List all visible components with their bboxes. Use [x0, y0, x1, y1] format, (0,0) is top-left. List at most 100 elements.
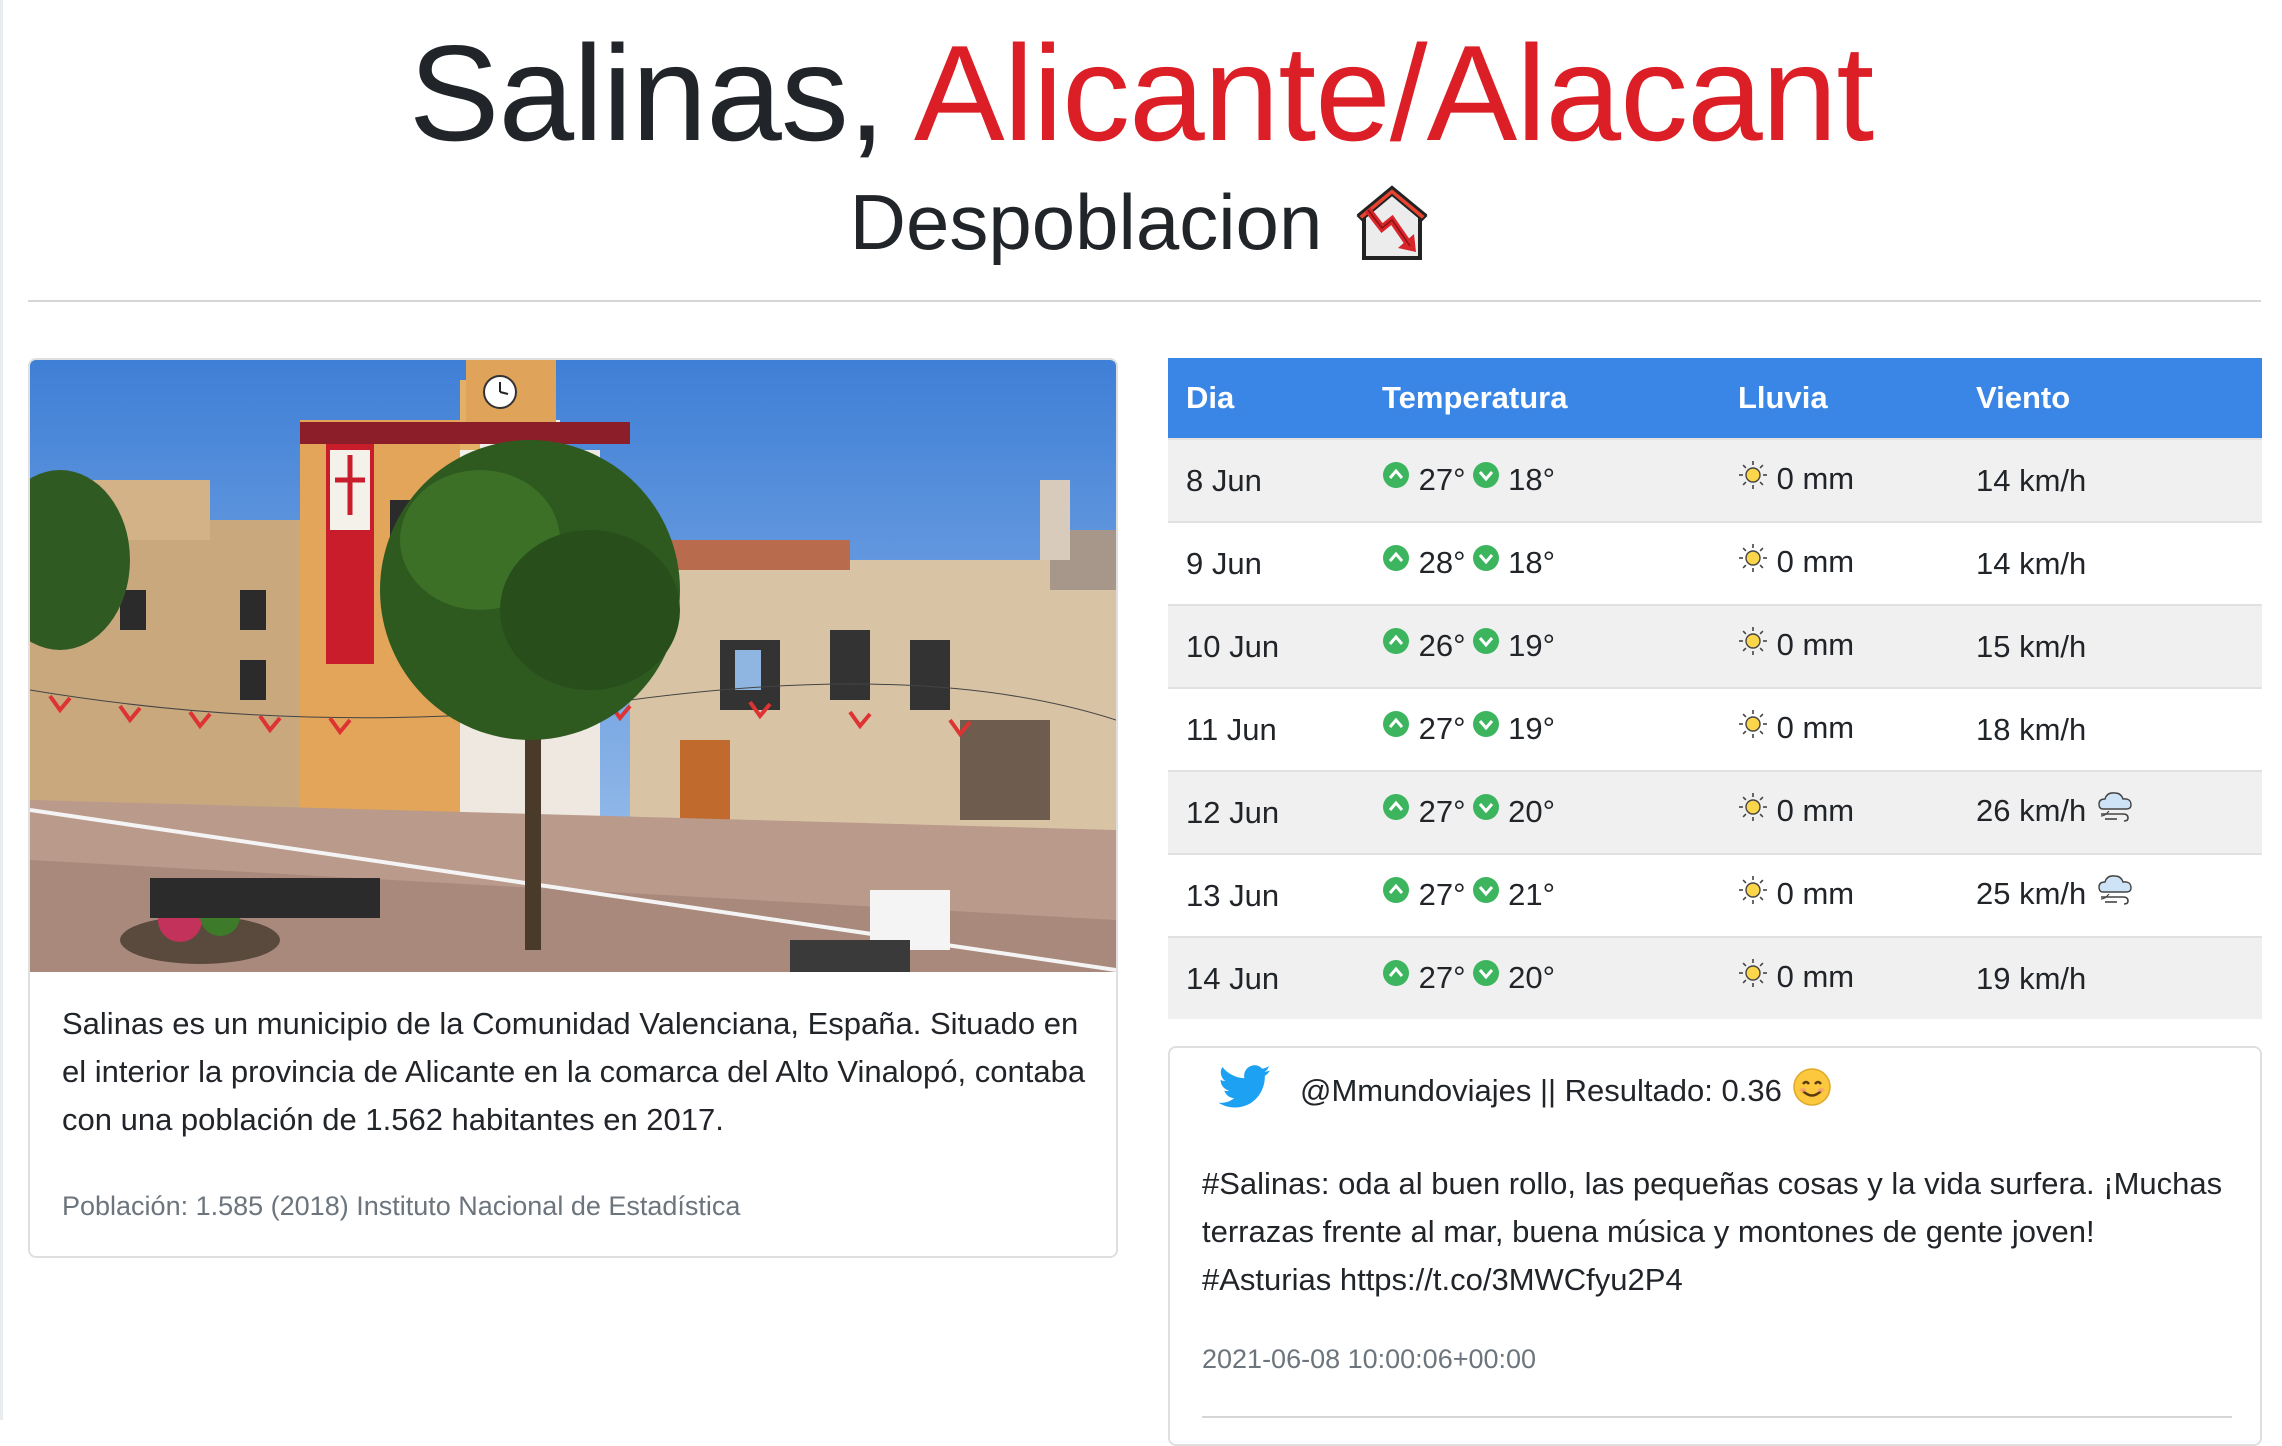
twitter-bird-icon [1218, 1065, 1272, 1117]
rain-amount: 0 mm [1776, 876, 1855, 912]
min-temp-down-icon [1472, 710, 1500, 746]
max-temp-up-icon [1382, 544, 1410, 580]
page-title: Salinas, Alicante/Alacant [0, 18, 2282, 168]
sun-icon [1738, 709, 1768, 747]
cell-wind: 25 km/h [1958, 853, 2262, 937]
cell-rain: 0 mm [1720, 770, 1958, 854]
sun-icon [1738, 958, 1768, 996]
cell-day: 9 Jun [1168, 521, 1364, 605]
header-divider [28, 300, 2261, 302]
windy-cloud-icon [2095, 872, 2137, 916]
sun-icon [1738, 792, 1768, 830]
table-row: 10 Jun 26° 19° 0 mm 15 km/h [1168, 604, 2262, 688]
max-temp-up-icon [1382, 876, 1410, 912]
depopulation-house-chart-icon [1352, 182, 1432, 262]
tweet-user-and-score[interactable]: @Mmundoviajes || Resultado: 0.36 [1300, 1073, 1782, 1109]
min-temp: 21° [1508, 876, 1556, 912]
sun-icon [1738, 626, 1768, 664]
city-name: Salinas, [408, 17, 886, 169]
min-temp: 20° [1508, 959, 1556, 995]
sun-icon [1738, 543, 1768, 581]
tweet-text: #Salinas: oda al buen rollo, las pequeña… [1202, 1166, 2223, 1297]
max-temp-up-icon [1382, 959, 1410, 995]
cell-temperature: 27° 19° [1364, 687, 1720, 771]
max-temp-up-icon [1382, 627, 1410, 663]
page-subtitle: Despoblacion [0, 172, 2282, 272]
cell-rain: 0 mm [1720, 936, 1958, 1019]
cell-day: 8 Jun [1168, 438, 1364, 522]
town-square-photo [30, 360, 1116, 972]
tweet-header: @Mmundoviajes || Resultado: 0.36 [1218, 1064, 1832, 1118]
wind-speed: 19 km/h [1976, 960, 2087, 996]
table-row: 8 Jun 27° 18° 0 mm 14 km/h [1168, 438, 2262, 522]
sun-icon [1738, 875, 1768, 913]
wind-speed: 25 km/h [1976, 875, 2087, 911]
weather-rows: 8 Jun 27° 18° 0 mm 14 km/h 9 Jun 28° 18° 0… [1168, 438, 2262, 1019]
card-body: Salinas es un municipio de la Comunidad … [62, 1000, 1092, 1224]
column-header-lluvia: Lluvia [1720, 358, 1958, 439]
min-temp: 19° [1508, 710, 1556, 746]
cell-rain: 0 mm [1720, 604, 1958, 688]
cell-day: 12 Jun [1168, 770, 1364, 854]
rain-amount: 0 mm [1776, 544, 1855, 580]
max-temp-up-icon [1382, 461, 1410, 497]
table-row: 12 Jun 27° 20° 0 mm 26 km/h [1168, 770, 2262, 854]
cell-wind: 18 km/h [1958, 687, 2262, 771]
sun-icon [1738, 460, 1768, 498]
min-temp: 18° [1508, 461, 1556, 497]
rain-amount: 0 mm [1776, 959, 1855, 995]
wind-speed: 14 km/h [1976, 545, 2087, 581]
min-temp-down-icon [1472, 461, 1500, 497]
wind-speed: 26 km/h [1976, 792, 2087, 828]
rain-amount: 0 mm [1776, 793, 1855, 829]
cell-temperature: 28° 18° [1364, 521, 1720, 605]
cell-day: 10 Jun [1168, 604, 1364, 688]
min-temp-down-icon [1472, 544, 1500, 580]
table-row: 9 Jun 28° 18° 0 mm 14 km/h [1168, 521, 2262, 605]
min-temp: 18° [1508, 544, 1556, 580]
windy-cloud-icon [2095, 789, 2137, 833]
rain-amount: 0 mm [1776, 627, 1855, 663]
cell-wind: 14 km/h [1958, 521, 2262, 605]
cell-temperature: 27° 18° [1364, 438, 1720, 522]
cell-rain: 0 mm [1720, 521, 1958, 605]
column-header-dia: Dia [1168, 358, 1364, 439]
tweet-timestamp: 2021-06-08 10:00:06+00:00 [1202, 1344, 1537, 1374]
max-temp: 26° [1418, 627, 1466, 663]
min-temp: 20° [1508, 793, 1556, 829]
cell-wind: 15 km/h [1958, 604, 2262, 688]
cell-day: 11 Jun [1168, 687, 1364, 771]
municipality-card: Salinas es un municipio de la Comunidad … [28, 358, 1118, 1258]
max-temp-up-icon [1382, 793, 1410, 829]
max-temp: 28° [1418, 544, 1466, 580]
municipality-description: Salinas es un municipio de la Comunidad … [62, 1006, 1086, 1137]
cell-temperature: 27° 21° [1364, 853, 1720, 937]
wind-speed: 15 km/h [1976, 628, 2087, 664]
cell-day: 13 Jun [1168, 853, 1364, 937]
rain-amount: 0 mm [1776, 710, 1855, 746]
min-temp-down-icon [1472, 627, 1500, 663]
max-temp: 27° [1418, 793, 1466, 829]
wind-speed: 14 km/h [1976, 462, 2087, 498]
max-temp: 27° [1418, 461, 1466, 497]
max-temp: 27° [1418, 710, 1466, 746]
cell-wind: 19 km/h [1958, 936, 2262, 1019]
column-header-temperatura: Temperatura [1364, 358, 1720, 439]
cell-day: 14 Jun [1168, 936, 1364, 1019]
min-temp-down-icon [1472, 959, 1500, 995]
rain-amount: 0 mm [1776, 461, 1855, 497]
cell-temperature: 27° 20° [1364, 770, 1720, 854]
cell-temperature: 26° 19° [1364, 604, 1720, 688]
cell-rain: 0 mm [1720, 438, 1958, 522]
table-row: 11 Jun 27° 19° 0 mm 18 km/h [1168, 687, 2262, 771]
cell-temperature: 27° 20° [1364, 936, 1720, 1019]
max-temp: 27° [1418, 959, 1466, 995]
table-header-row: Dia Temperatura Lluvia Viento [1168, 358, 2262, 439]
column-header-viento: Viento [1958, 358, 2262, 439]
smiling-face-icon [1792, 1067, 1832, 1115]
population-source: Población: 1.585 (2018) Instituto Nacion… [62, 1191, 741, 1221]
weather-forecast-table: Dia Temperatura Lluvia Viento 8 Jun 27° … [1168, 358, 2262, 1019]
wind-speed: 18 km/h [1976, 711, 2087, 747]
cell-wind: 14 km/h [1958, 438, 2262, 522]
min-temp-down-icon [1472, 876, 1500, 912]
